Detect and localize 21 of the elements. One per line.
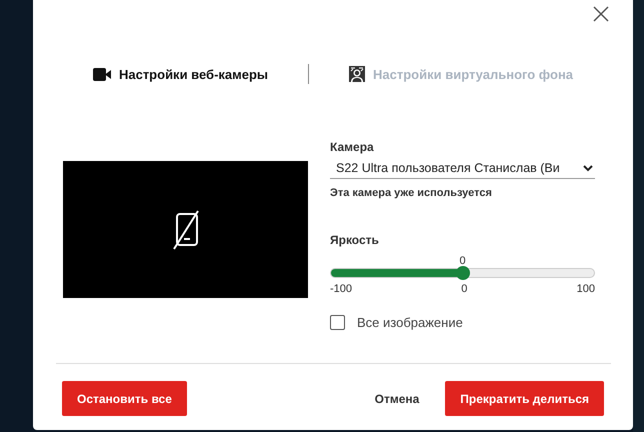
close-button[interactable] <box>593 6 609 22</box>
slider-max-label: 100 <box>576 283 595 295</box>
slider-mid-label: 0 <box>461 283 468 295</box>
slider-min-label: -100 <box>330 283 352 295</box>
video-camera-icon <box>92 68 111 80</box>
chevron-down-icon <box>583 164 593 172</box>
person-background-icon <box>349 66 366 82</box>
checkbox[interactable] <box>330 315 345 330</box>
checkbox-label: Все изображение <box>357 315 463 330</box>
camera-off-icon <box>170 210 200 250</box>
action-button[interactable]: Остановить все <box>62 381 187 416</box>
slider-reading: 0 <box>459 255 466 267</box>
camera-in-use-note: Эта камера уже используется <box>330 187 492 199</box>
action-button[interactable]: Прекратить делиться <box>445 381 604 416</box>
camera-dropdown[interactable]: S22 Ultra пользователя Станислав (Ви <box>330 158 595 179</box>
brightness-slider[interactable] <box>330 268 595 278</box>
brightness-label: Яркость <box>330 233 379 247</box>
slider-handle[interactable] <box>456 266 470 280</box>
tab[interactable]: Настройки веб-камеры <box>52 64 308 84</box>
cancel-button[interactable]: Отмена <box>368 381 426 416</box>
camera-label: Камера <box>330 140 374 154</box>
